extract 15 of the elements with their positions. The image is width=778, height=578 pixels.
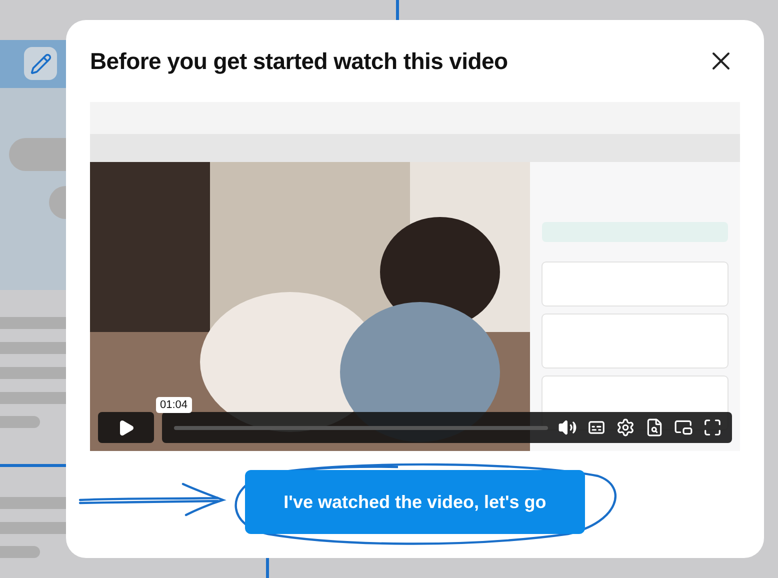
settings-icon[interactable] [616, 418, 635, 437]
play-icon [117, 418, 135, 436]
fullscreen-icon[interactable] [703, 418, 722, 437]
picture-in-picture-icon[interactable] [674, 418, 693, 437]
captions-icon[interactable] [587, 418, 606, 437]
modal-title: Before you get started watch this video [90, 46, 508, 76]
play-button[interactable] [98, 412, 154, 443]
volume-icon[interactable] [558, 418, 577, 437]
time-tooltip: 01:04 [156, 397, 192, 413]
progress-track[interactable] [174, 426, 548, 430]
video-player[interactable]: 01:04 [90, 102, 740, 451]
pencil-icon [30, 52, 52, 74]
transcript-icon[interactable] [645, 418, 664, 437]
edit-button[interactable] [24, 47, 57, 80]
confirm-button[interactable]: I've watched the video, let's go [245, 470, 585, 534]
